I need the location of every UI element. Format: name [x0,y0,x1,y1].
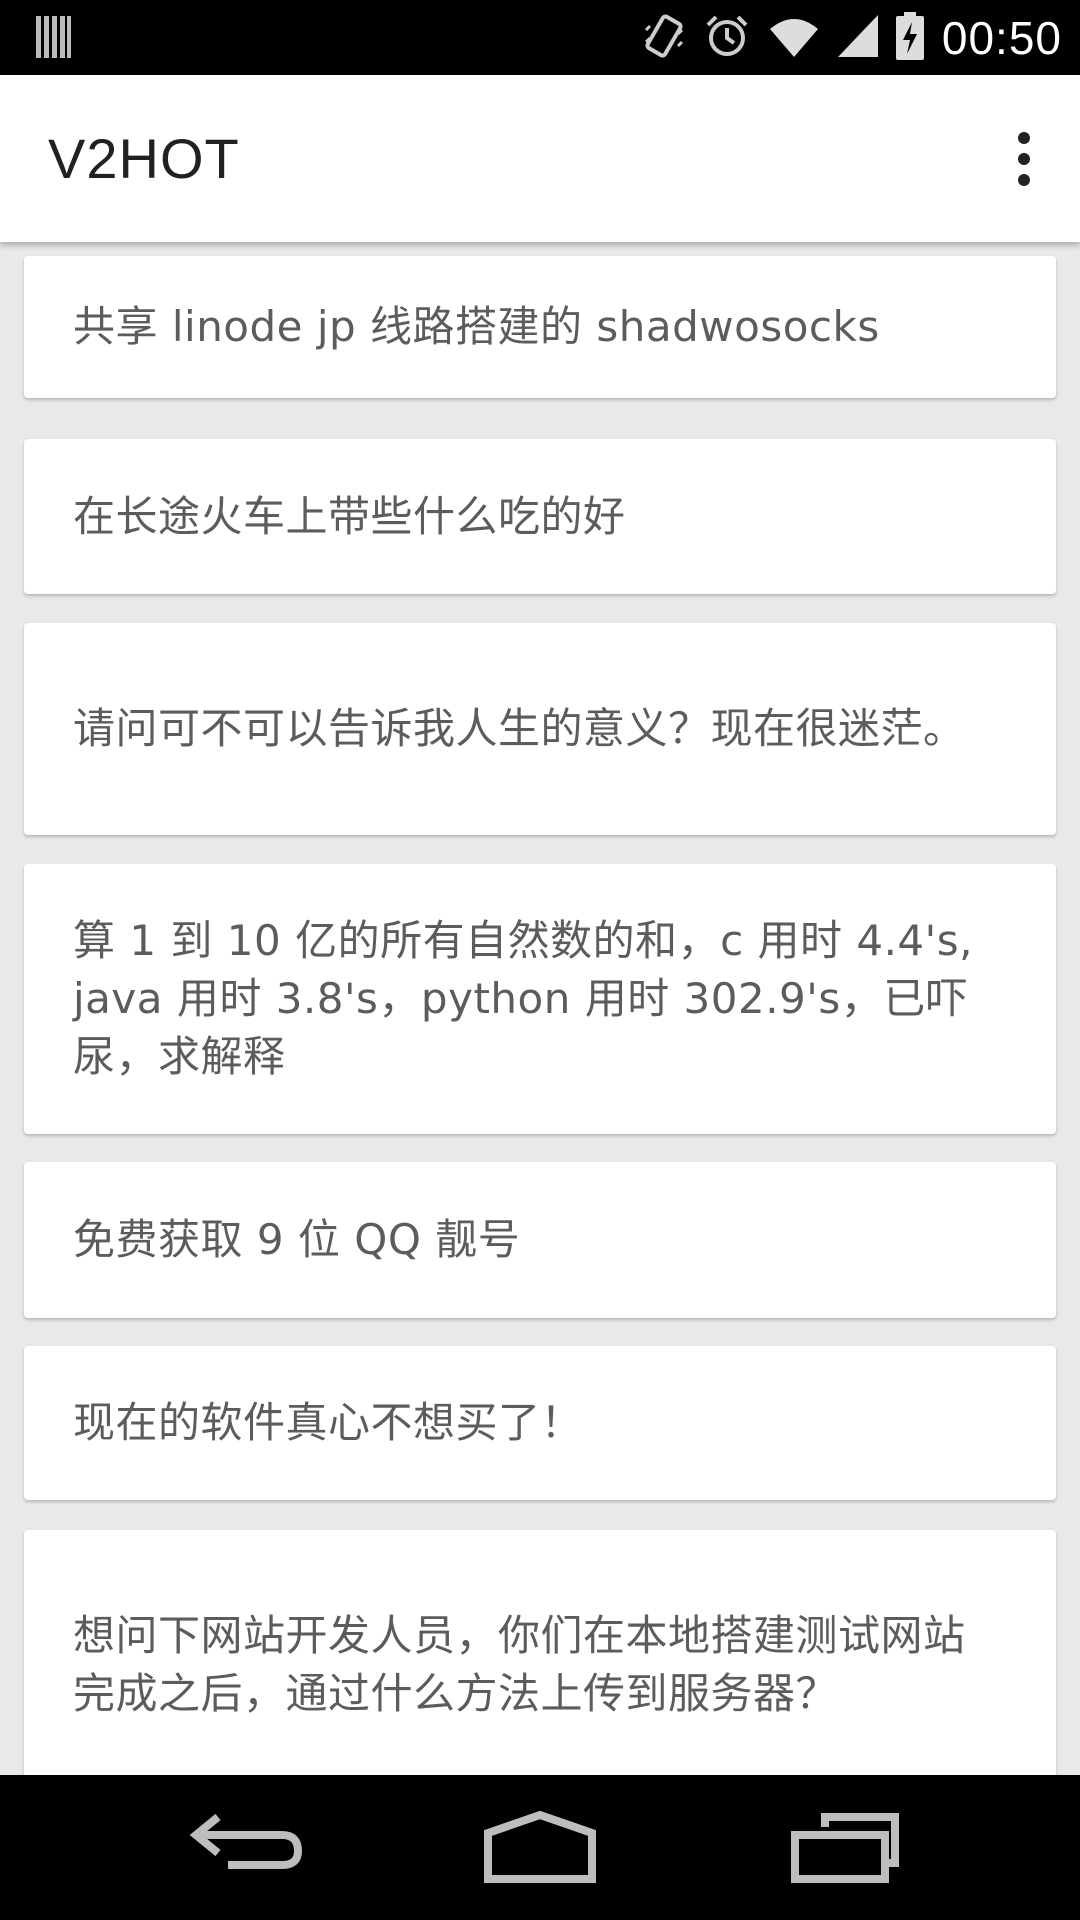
home-icon[interactable] [470,1805,610,1895]
topic-card[interactable]: 共享 linode jp 线路搭建的 shadwosocks [24,256,1056,398]
topic-title: 免费获取 9 位 QQ 靓号 [73,1215,521,1264]
topic-card[interactable]: 想问下网站开发人员，你们在本地搭建测试网站完成之后，通过什么方法上传到服务器？ [24,1530,1056,1775]
signal-icon [837,14,878,61]
navigation-bar [0,1775,1080,1920]
topic-title: 想问下网站开发人员，你们在本地搭建测试网站完成之后，通过什么方法上传到服务器？ [73,1611,966,1718]
topic-card[interactable]: 免费获取 9 位 QQ 靓号 [24,1162,1056,1318]
recent-apps-icon[interactable] [785,1805,925,1895]
topic-card[interactable]: 在长途火车上带些什么吃的好 [24,439,1056,594]
vibrate-icon [642,12,686,64]
status-bar: 00:50 [0,0,1080,75]
overflow-menu-icon[interactable] [992,115,1056,203]
wifi-icon [768,15,820,61]
topic-title: 在长途火车上带些什么吃的好 [73,491,626,541]
back-icon[interactable] [170,1805,310,1895]
topic-title: 现在的软件真心不想买了！ [73,1398,584,1447]
topic-title: 请问可不可以告诉我人生的意义？现在很迷茫。 [73,704,966,753]
topic-title: 算 1 到 10 亿的所有自然数的和，c 用时 4.4's, java 用时 3… [73,916,973,1081]
topic-list[interactable]: 共享 linode jp 线路搭建的 shadwosocks 在长途火车上带些什… [0,242,1080,1775]
alarm-icon [704,13,750,63]
topic-card[interactable]: 算 1 到 10 亿的所有自然数的和，c 用时 4.4's, java 用时 3… [24,864,1056,1134]
topic-card[interactable]: 现在的软件真心不想买了！ [24,1346,1056,1500]
barcode-notification-icon [36,14,72,64]
topic-title: 共享 linode jp 线路搭建的 shadwosocks [73,302,880,351]
topic-card[interactable]: 请问可不可以告诉我人生的意义？现在很迷茫。 [24,623,1056,835]
app-bar: V2HOT [0,75,1080,242]
app-title: V2HOT [48,127,240,190]
battery-charging-icon [895,11,924,64]
clock-time: 00:50 [941,11,1062,64]
